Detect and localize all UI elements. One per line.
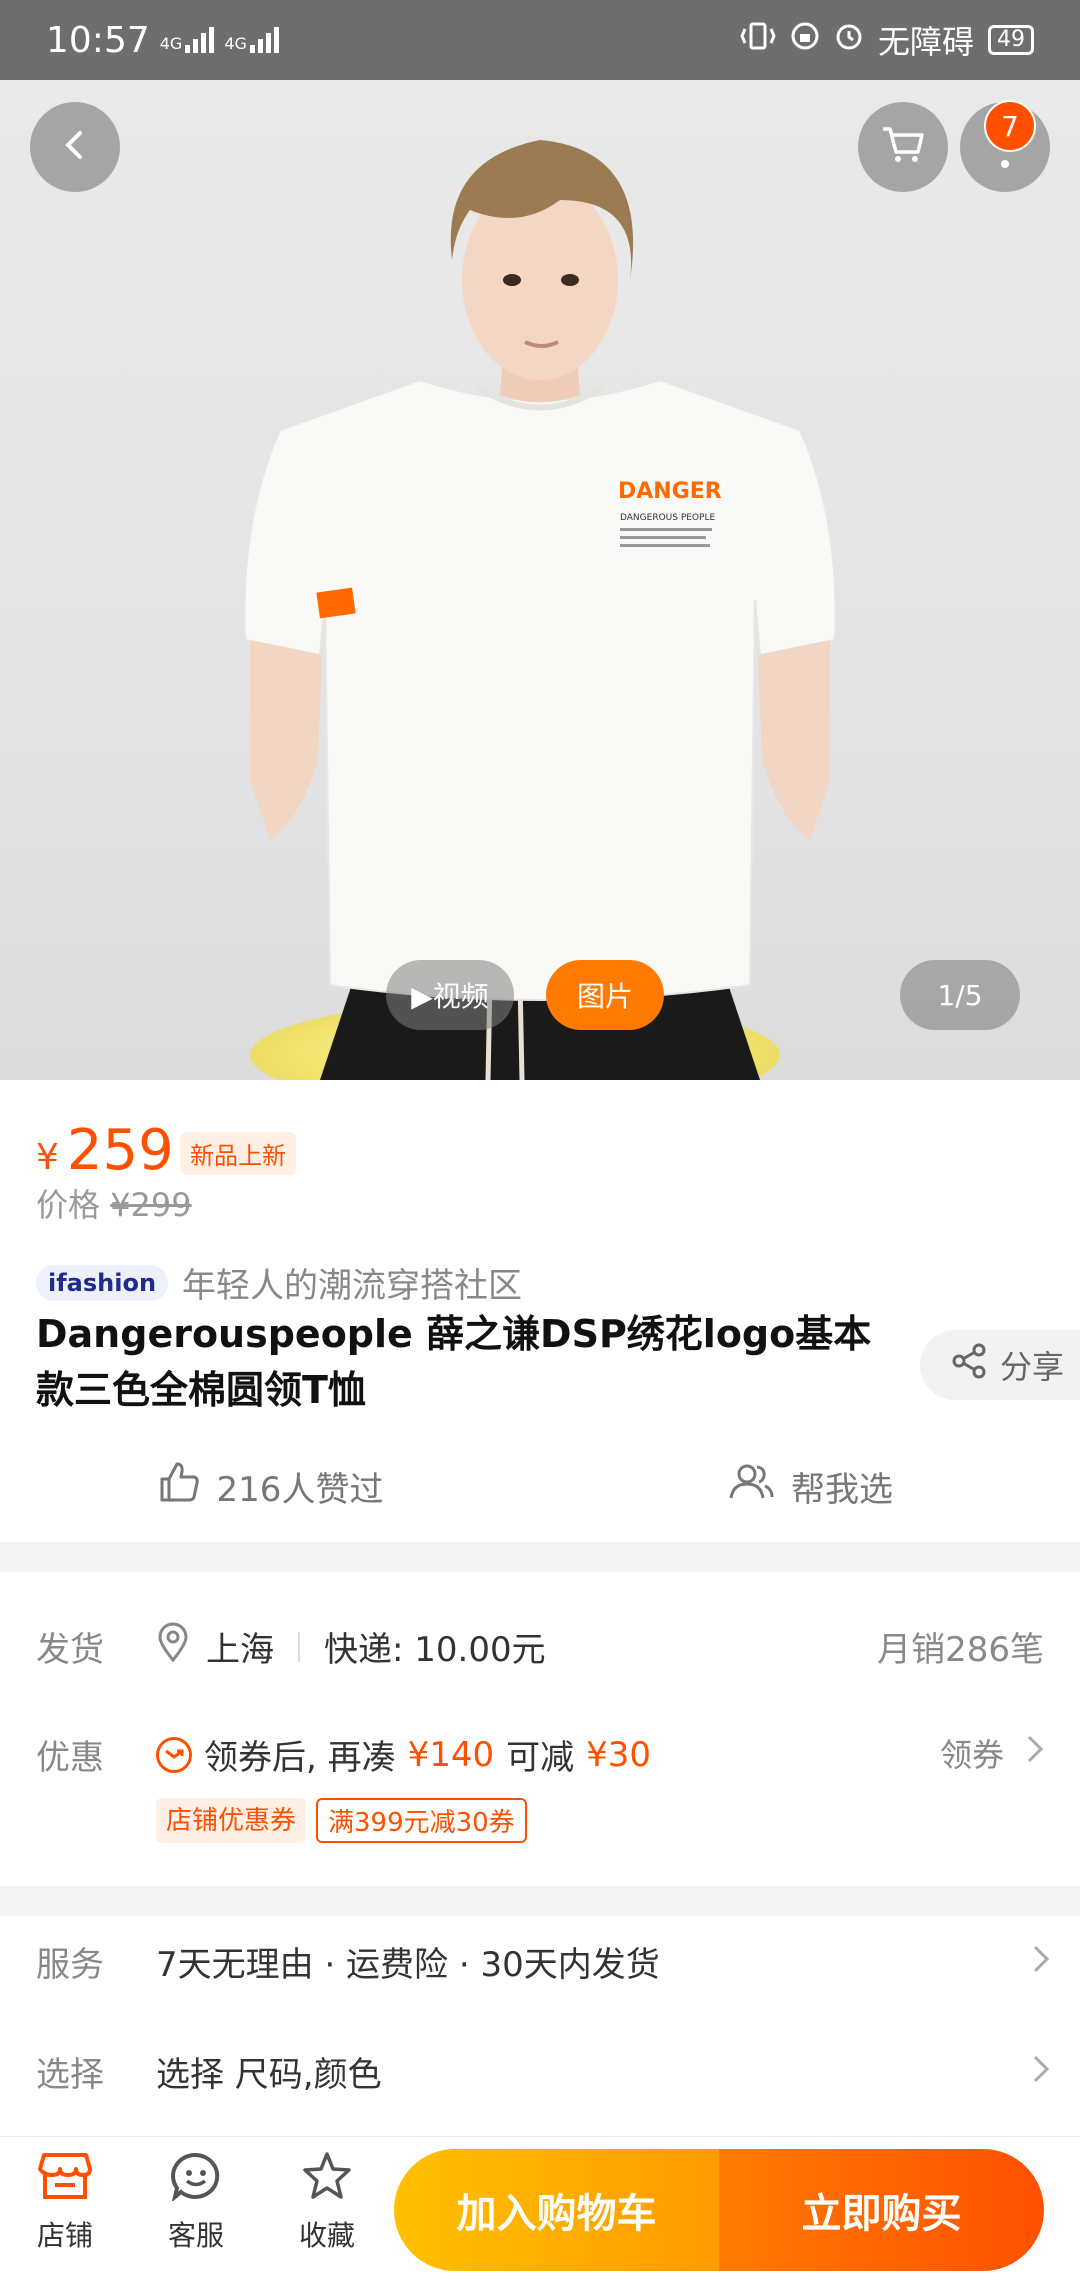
add-to-cart-button[interactable]: 加入购物车	[394, 2149, 719, 2271]
original-price: 价格 ¥299	[36, 1186, 192, 1224]
help-choose-button[interactable]: 帮我选	[540, 1460, 1080, 1513]
service-row[interactable]: 服务 7天无理由 · 运费险 · 30天内发货	[0, 1916, 1080, 2006]
chevron-right-icon	[1026, 1734, 1044, 1772]
more-menu-button[interactable]: 7	[960, 100, 1050, 192]
accessibility-label: 无障碍	[877, 23, 974, 61]
promo-info[interactable]: 领券后, 再凑 ¥140 可减 ¥30	[156, 1730, 651, 1779]
store-icon	[38, 2151, 92, 2208]
select-value: 选择 尺码,颜色	[156, 2054, 382, 2095]
notification-badge: 7	[984, 100, 1036, 152]
customer-service-label: 客服	[167, 2219, 224, 2252]
product-info-card: ¥ 259 新品上新 价格 ¥299 ifashion 年轻人的潮流穿搭社区 D…	[0, 1080, 1080, 1542]
coupon-rule-tag[interactable]: 满399元减30券	[316, 1798, 527, 1843]
tab-video[interactable]: ▶视频	[386, 960, 514, 1030]
bottom-action-bar: 店铺 客服 收藏 加入购物车 立即购买	[0, 2136, 1080, 2280]
signal-indicator-2: 4G	[224, 27, 279, 53]
service-value: 7天无理由 · 运费险 · 30天内发货	[156, 1944, 660, 1985]
svg-text:DANGER: DANGER	[618, 479, 722, 504]
chevron-right-icon	[1032, 1944, 1050, 1978]
status-bar: 10:57 4G 4G 无障碍 49	[0, 0, 1080, 80]
back-arrow-icon	[55, 125, 95, 169]
location-pin-icon	[156, 1622, 190, 1671]
purchase-buttons: 加入购物车 立即购买	[394, 2149, 1044, 2271]
favorite-label: 收藏	[298, 2219, 355, 2252]
vibrate-icon	[740, 21, 776, 59]
shop-button[interactable]: 店铺	[10, 2151, 120, 2254]
customer-service-button[interactable]: 客服	[141, 2151, 251, 2254]
share-label: 分享	[1000, 1348, 1065, 1386]
current-price: ¥ 259	[36, 1118, 174, 1183]
express-fee: 快递: 10.00元	[324, 1630, 546, 1670]
monthly-sales: 月销286笔	[877, 1630, 1044, 1670]
shop-label: 店铺	[36, 2219, 93, 2252]
coupon-tags: 店铺优惠券 满399元减30券	[156, 1798, 527, 1843]
share-icon	[950, 1342, 988, 1388]
promo-amount-off: ¥30	[586, 1734, 652, 1775]
back-button[interactable]	[30, 102, 120, 192]
new-arrival-tag: 新品上新	[180, 1132, 296, 1175]
cart-icon	[880, 124, 926, 170]
promo-amount-needed: ¥140	[407, 1734, 495, 1775]
tab-photo[interactable]: 图片	[546, 960, 664, 1030]
status-time: 10:57	[46, 19, 150, 61]
get-coupon-button[interactable]: 领券	[940, 1730, 1044, 1776]
shop-coupon-tag: 店铺优惠券	[156, 1798, 307, 1843]
favorite-button[interactable]: 收藏	[272, 2151, 382, 2254]
promo-text-mid: 可减	[506, 1738, 575, 1778]
thumbs-up-icon	[157, 1460, 201, 1513]
brand-row[interactable]: ifashion 年轻人的潮流穿搭社区	[36, 1258, 522, 1307]
shipping-label: 发货	[36, 1630, 104, 1670]
cart-button[interactable]	[858, 102, 948, 192]
ifashion-logo: ifashion	[36, 1264, 169, 1301]
share-button[interactable]: 分享	[920, 1330, 1080, 1400]
battery-indicator: 49	[988, 25, 1034, 55]
image-counter: 1/5	[900, 960, 1020, 1030]
service-label: 服务	[36, 1944, 104, 1985]
people-icon	[727, 1462, 775, 1511]
promo-label: 优惠	[36, 1738, 104, 1778]
get-coupon-label: 领券	[939, 1736, 1004, 1774]
promo-text-prefix: 领券后, 再凑	[204, 1738, 396, 1778]
chat-face-icon	[169, 2151, 223, 2208]
brand-slogan: 年轻人的潮流穿搭社区	[182, 1266, 523, 1306]
alarm-icon	[834, 21, 864, 59]
chevron-right-icon	[1032, 2054, 1050, 2088]
product-image-gallery[interactable]: DANGER DANGEROUS PEOPLE 7 ▶视频 图片 1/5	[0, 80, 1080, 1080]
ship-from-location: 上海	[206, 1630, 274, 1670]
model-photo: DANGER DANGEROUS PEOPLE	[243, 140, 837, 1080]
media-tabs: ▶视频 图片	[386, 960, 664, 1030]
svg-text:DANGEROUS PEOPLE: DANGEROUS PEOPLE	[620, 513, 715, 523]
like-button[interactable]: 216人赞过	[0, 1460, 540, 1513]
product-title: Dangerouspeople 薛之谦DSP绣花logo基本款三色全棉圆领T恤	[36, 1312, 872, 1412]
promo-arrow-icon	[156, 1736, 192, 1773]
shipping-info: 上海 快递: 10.00元	[156, 1622, 546, 1671]
help-choose-label: 帮我选	[791, 1470, 893, 1510]
likes-count: 216人赞过	[216, 1470, 384, 1510]
signal-indicator-1: 4G	[160, 27, 215, 53]
shipping-promo-card: 发货 上海 快递: 10.00元 月销286笔 优惠 领券后, 再凑 ¥140 …	[0, 1572, 1080, 1886]
social-actions: 216人赞过 帮我选	[0, 1460, 1080, 1513]
select-label: 选择	[36, 2054, 104, 2095]
service-card: 服务 7天无理由 · 运费险 · 30天内发货 选择 选择 尺码,颜色	[0, 1916, 1080, 2136]
divider	[298, 1631, 300, 1662]
select-sku-row[interactable]: 选择 选择 尺码,颜色	[0, 2026, 1080, 2116]
rotation-lock-icon	[790, 21, 820, 59]
more-dot-icon	[1001, 160, 1009, 168]
buy-now-button[interactable]: 立即购买	[719, 2149, 1044, 2271]
star-icon	[300, 2151, 354, 2208]
